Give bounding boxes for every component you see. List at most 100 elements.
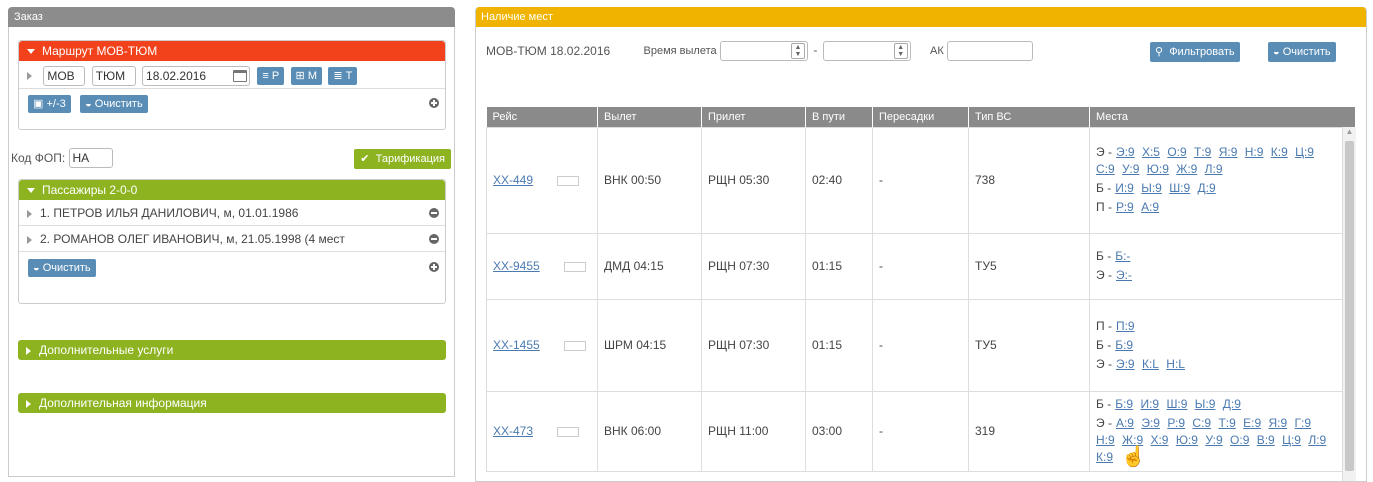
extra-info-header[interactable]: Дополнительная информация (18, 393, 446, 413)
seat-availability-link[interactable]: Н:9 (1096, 433, 1115, 447)
seat-availability-link[interactable]: Ц:9 (1295, 145, 1314, 159)
seat-availability-link[interactable]: Т:9 (1194, 145, 1211, 159)
col-arrival[interactable]: Прилет (701, 107, 806, 127)
seat-availability-link[interactable]: Э:9 (1116, 145, 1135, 159)
seat-availability-link[interactable]: У:9 (1205, 433, 1222, 447)
col-departure[interactable]: Вылет (597, 107, 702, 127)
seat-availability-link[interactable]: В:9 (1257, 433, 1275, 447)
scrollbar[interactable]: ▲ (1342, 127, 1356, 481)
filter-button[interactable]: ⚲ Фильтровать (1150, 42, 1240, 62)
passenger-item[interactable]: 1. ПЕТРОВ ИЛЬЯ ДАНИЛОВИЧ, м, 01.01.1986 (19, 200, 445, 226)
seat-availability-link[interactable]: Ю:9 (1176, 433, 1198, 447)
seat-availability-link[interactable]: К:L (1142, 357, 1159, 371)
fare-m-button[interactable]: ⊞ М (290, 67, 322, 85)
flight-link[interactable]: ХХ-473 (493, 424, 533, 438)
seat-availability-link[interactable]: О:9 (1167, 145, 1186, 159)
col-seats[interactable]: Места (1089, 107, 1356, 127)
seat-availability-link[interactable]: И:9 (1115, 181, 1134, 195)
plus-minus-3-button[interactable]: ▣ +/-3 (28, 95, 71, 113)
route-header[interactable]: Маршрут МОВ-ТЮМ (19, 41, 445, 61)
seat-availability-link[interactable]: Ю:9 (1147, 162, 1169, 176)
seat-availability-link[interactable]: К:9 (1271, 145, 1288, 159)
seat-availability-link[interactable]: Ц:9 (1282, 433, 1301, 447)
dep-time-to-input[interactable]: ▲ ▼ (822, 41, 911, 61)
seat-availability-link[interactable]: Л:9 (1205, 162, 1223, 176)
seat-class-line: Э - Э:9 Х:5 О:9 Т:9 Я:9 Н:9 К:9 Ц:9 С:9 У… (1096, 144, 1333, 178)
route-clear-button[interactable]: ◒ Очистить (80, 95, 148, 113)
availability-clear-button[interactable]: ◒ Очистить (1268, 42, 1336, 62)
seat-availability-link[interactable]: Ш:9 (1166, 397, 1187, 411)
add-passenger-icon[interactable] (429, 262, 439, 272)
spinner-icon[interactable]: ▲ ▼ (790, 43, 805, 59)
seat-availability-link[interactable]: Х:9 (1150, 433, 1168, 447)
dep-time-from-input[interactable]: ▲ ▼ (719, 41, 808, 61)
seat-availability-link[interactable]: Р:9 (1167, 416, 1185, 430)
ak-input[interactable] (947, 41, 1034, 61)
flight-link[interactable]: ХХ-449 (493, 173, 533, 187)
seat-availability-link[interactable]: Э:9 (1141, 416, 1160, 430)
seat-availability-link[interactable]: Э:- (1116, 268, 1132, 282)
fop-input[interactable]: НА (68, 148, 113, 168)
seat-availability-link[interactable]: Б:9 (1115, 338, 1133, 352)
tarification-button[interactable]: ✔ Тарификация (354, 149, 451, 169)
seat-availability-link[interactable]: О:9 (1230, 433, 1249, 447)
extra-services-header[interactable]: Дополнительные услуги (18, 340, 446, 360)
passengers-header[interactable]: Пассажиры 2-0-0 (19, 180, 445, 200)
to-field[interactable]: ТЮМ (91, 65, 136, 86)
seat-availability-link[interactable]: Н:L (1166, 357, 1185, 371)
seat-availability-link[interactable]: Э:9 (1116, 357, 1135, 371)
seat-availability-link[interactable]: А:9 (1141, 200, 1159, 214)
passenger-name: 1. ПЕТРОВ ИЛЬЯ ДАНИЛОВИЧ, м, 01.01.1986 (40, 206, 299, 220)
seat-availability-link[interactable]: А:9 (1116, 416, 1134, 430)
flight-cell: ХХ-9455 (486, 232, 598, 300)
seat-availability-link[interactable]: Т:9 (1218, 416, 1235, 430)
expand-arrow-icon[interactable] (27, 71, 32, 80)
seat-availability-link[interactable]: Ш:9 (1169, 181, 1190, 195)
seat-availability-link[interactable]: Е:9 (1243, 416, 1261, 430)
seat-availability-link[interactable]: У:9 (1122, 162, 1139, 176)
expand-arrow-icon (27, 209, 32, 218)
flight-link[interactable]: ХХ-9455 (493, 259, 540, 273)
col-aircraft[interactable]: Тип ВС (968, 107, 1090, 127)
seat-availability-link[interactable]: Я:9 (1219, 145, 1238, 159)
calendar-small-icon: ▣ (33, 98, 44, 110)
seat-availability-link[interactable]: Р:9 (1116, 200, 1134, 214)
seat-availability-link[interactable]: Д:9 (1198, 181, 1216, 195)
col-transfers[interactable]: Пересадки (872, 107, 969, 127)
seat-availability-link[interactable]: Ы:9 (1195, 397, 1216, 411)
seat-availability-link[interactable]: Л:9 (1308, 433, 1326, 447)
seat-availability-link[interactable]: Б:9 (1115, 397, 1133, 411)
seat-availability-link[interactable]: П:9 (1116, 319, 1135, 333)
seat-class-line: Э - Э:9 К:L Н:L (1096, 356, 1333, 373)
spinner-icon[interactable]: ▲ ▼ (893, 43, 908, 59)
seat-availability-link[interactable]: Б:- (1115, 249, 1130, 263)
seat-availability-link[interactable]: Г:9 (1295, 416, 1312, 430)
add-segment-icon[interactable] (429, 98, 439, 108)
seat-availability-link[interactable]: Х:5 (1142, 145, 1160, 159)
seat-availability-link[interactable]: Н:9 (1245, 145, 1264, 159)
fare-t-button[interactable]: ≣ Т (328, 67, 358, 85)
seat-availability-link[interactable]: Ж:9 (1176, 162, 1197, 176)
passenger-item[interactable]: 2. РОМАНОВ ОЛЕГ ИВАНОВИЧ, м, 21.05.1998 … (19, 226, 445, 252)
fare-r-button[interactable]: ≡ Р (257, 67, 285, 85)
seat-availability-link[interactable]: Я:9 (1268, 416, 1287, 430)
calendar-icon[interactable] (233, 69, 248, 82)
scrollbar-up-arrow[interactable]: ▲ (1343, 127, 1356, 139)
remove-passenger-icon[interactable] (429, 208, 439, 218)
seat-availability-link[interactable]: И:9 (1140, 397, 1159, 411)
transfers-cell: - (872, 298, 969, 392)
passengers-clear-button[interactable]: ◒ Очистить (28, 259, 96, 277)
date-field[interactable]: 18.02.2016 (142, 65, 251, 86)
from-field[interactable]: МОВ (43, 65, 86, 86)
col-duration[interactable]: В пути (805, 107, 873, 127)
seat-availability-link[interactable]: Д:9 (1223, 397, 1241, 411)
seat-availability-link[interactable]: С:9 (1096, 162, 1115, 176)
col-flight[interactable]: Рейс (486, 107, 598, 127)
remove-passenger-icon[interactable] (429, 234, 439, 244)
seat-availability-link[interactable]: С:9 (1192, 416, 1211, 430)
departure-cell: ВНК 06:00 (597, 390, 702, 472)
seat-availability-link[interactable]: К:9 (1096, 450, 1113, 464)
flight-link[interactable]: ХХ-1455 (493, 338, 540, 352)
scrollbar-thumb[interactable] (1345, 141, 1354, 471)
seat-availability-link[interactable]: Ы:9 (1141, 181, 1162, 195)
